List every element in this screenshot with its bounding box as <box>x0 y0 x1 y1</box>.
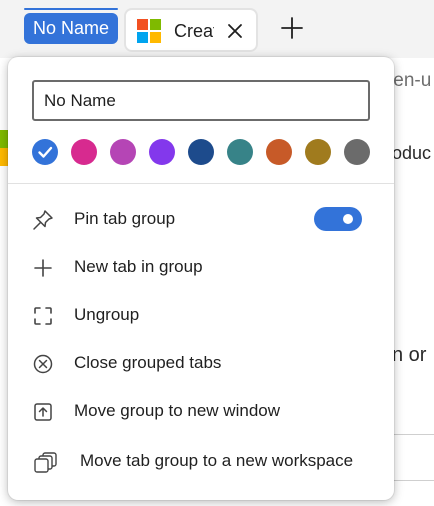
checkmark-icon <box>38 146 53 158</box>
color-swatch-olive[interactable] <box>305 139 331 165</box>
page-divider <box>392 434 434 435</box>
color-swatch-teal[interactable] <box>227 139 253 165</box>
page-logo-fragment <box>0 130 8 166</box>
menu-item-label: New tab in group <box>74 257 203 276</box>
page-divider <box>392 480 434 481</box>
workspace-icon <box>33 451 59 473</box>
close-circle-icon <box>32 353 54 375</box>
ungroup-icon <box>32 305 54 327</box>
pin-icon <box>32 209 54 231</box>
tab-title: Creat <box>174 21 214 41</box>
group-name-input[interactable] <box>32 80 370 121</box>
color-swatch-blue[interactable] <box>32 139 58 165</box>
menu-item-label: Pin tab group <box>74 209 176 228</box>
group-color-indicator <box>24 8 118 10</box>
menu-divider <box>8 183 394 184</box>
new-tab-in-group-item[interactable]: New tab in group <box>8 244 394 290</box>
color-swatch-gray[interactable] <box>344 139 370 165</box>
tab-group-editor-popup: Pin tab group New tab in group Ungroup <box>8 57 394 500</box>
page-text-fragment: oduc <box>392 143 432 163</box>
new-tab-button[interactable] <box>280 16 304 40</box>
color-swatch-pink[interactable] <box>71 139 97 165</box>
move-group-to-new-window-item[interactable]: Move group to new window <box>8 388 394 434</box>
color-swatch-purple[interactable] <box>110 139 136 165</box>
ungroup-item[interactable]: Ungroup <box>8 292 394 338</box>
color-swatch-navy[interactable] <box>188 139 214 165</box>
color-picker <box>32 139 372 165</box>
move-window-icon <box>32 401 54 423</box>
menu-item-label: Ungroup <box>74 305 140 324</box>
plus-icon <box>281 17 303 39</box>
tab-strip: No Name Creat <box>0 0 434 58</box>
browser-tab[interactable]: Creat <box>124 8 258 52</box>
pin-toggle[interactable] <box>314 207 362 231</box>
close-grouped-tabs-item[interactable]: Close grouped tabs <box>8 340 394 386</box>
address-bar-text[interactable]: /en-u <box>388 70 431 92</box>
move-tab-group-to-workspace-item[interactable]: Move tab group to a new workspace <box>8 438 394 484</box>
close-icon[interactable] <box>225 21 245 41</box>
menu-item-label: Move tab group to a new workspace <box>80 451 354 470</box>
windows-logo-icon <box>137 19 161 43</box>
color-swatch-violet[interactable] <box>149 139 175 165</box>
page-text-fragment: n or <box>392 344 427 366</box>
tab-group-chip[interactable]: No Name <box>24 13 119 44</box>
menu-item-label: Close grouped tabs <box>74 353 222 372</box>
menu-item-label: Move group to new window <box>74 401 281 420</box>
toggle-knob <box>343 214 353 224</box>
plus-icon <box>32 257 54 279</box>
color-swatch-orange[interactable] <box>266 139 292 165</box>
